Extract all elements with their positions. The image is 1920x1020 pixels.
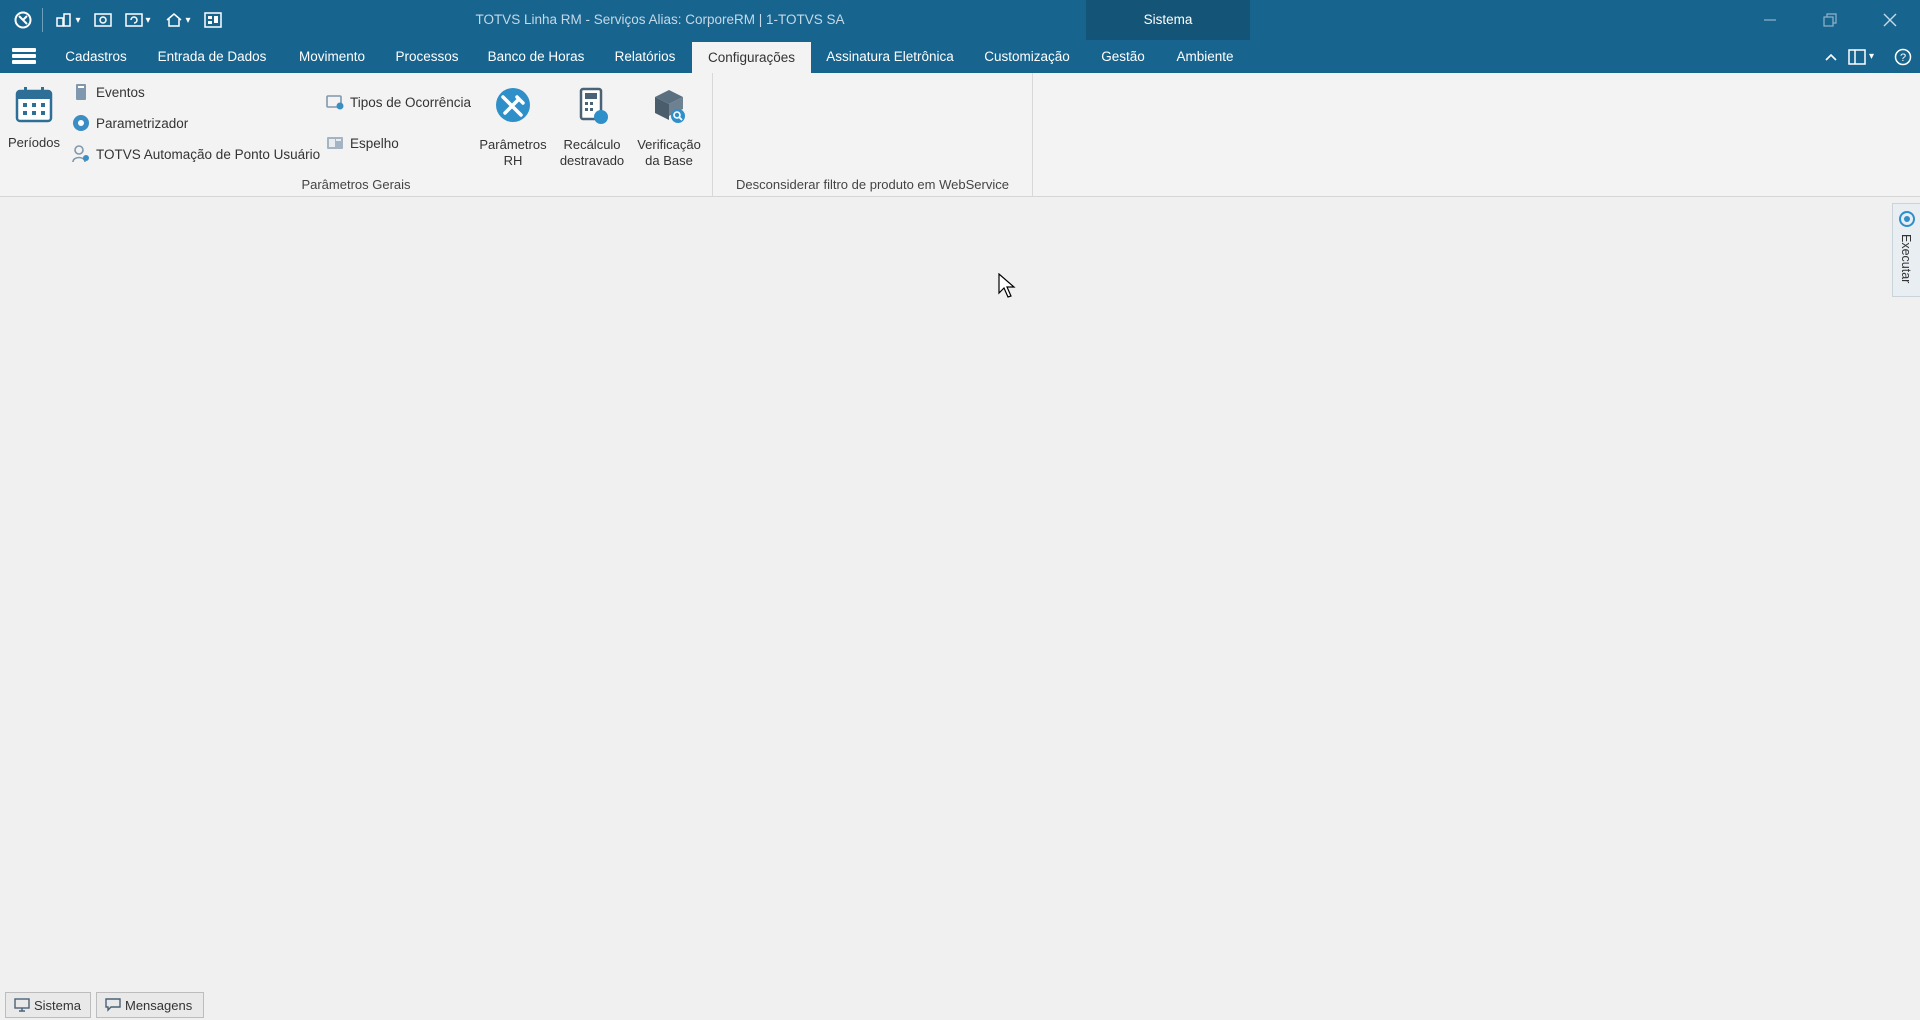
close-button[interactable] xyxy=(1860,0,1920,40)
svg-text:?: ? xyxy=(1900,52,1906,64)
parametrizador-label: Parametrizador xyxy=(96,115,189,131)
settings-gear-icon xyxy=(73,115,89,131)
window-title: TOTVS Linha RM - Serviços Alias: Corpore… xyxy=(475,12,845,27)
tab-processos[interactable]: Processos xyxy=(385,40,469,73)
quick-access-toolbar: ▾ ▾ ▾ xyxy=(0,0,227,40)
espelho-button[interactable]: Espelho xyxy=(326,132,399,154)
restore-button[interactable] xyxy=(1800,0,1860,40)
recalculo-label-1: Recálculo xyxy=(563,137,621,152)
tab-configuracoes[interactable]: Configurações xyxy=(692,42,811,73)
app-menu-icon[interactable] xyxy=(12,48,36,66)
calendar-icon xyxy=(15,87,53,123)
tools-icon xyxy=(496,88,530,122)
monitor-icon xyxy=(14,998,30,1012)
dashboard-icon[interactable] xyxy=(199,6,227,34)
tipos-ocorrencia-button[interactable]: Tipos de Ocorrência xyxy=(326,91,471,113)
automacao-ponto-button[interactable]: TOTVS Automação de Ponto Usuário xyxy=(72,143,320,165)
status-sistema-button[interactable]: Sistema xyxy=(5,992,91,1018)
periodos-button[interactable]: Períodos xyxy=(6,85,62,151)
database-check-icon xyxy=(655,90,685,123)
message-icon xyxy=(105,998,121,1012)
parametrizador-button[interactable]: Parametrizador xyxy=(72,112,188,134)
tab-ambiente[interactable]: Ambiente xyxy=(1164,40,1246,73)
ribbon-group-separator xyxy=(1032,73,1033,197)
refresh-dropdown-icon[interactable]: ▾ xyxy=(121,6,155,34)
tab-customizacao[interactable]: Customização xyxy=(976,40,1078,73)
mirror-report-icon xyxy=(327,137,343,149)
title-bar: ▾ ▾ ▾ TOTVS Linha RM - Serviços Alias: C… xyxy=(0,0,1920,40)
group-label-parametros-gerais: Parâmetros Gerais xyxy=(301,177,411,192)
parametros-rh-button[interactable]: Parâmetros RH xyxy=(472,87,554,169)
eventos-label: Eventos xyxy=(96,84,145,100)
tab-entrada-de-dados[interactable]: Entrada de Dados xyxy=(146,40,278,73)
ribbon-panel: Períodos Eventos Parametrizador TOTVS Au… xyxy=(0,73,1920,197)
tab-movimento[interactable]: Movimento xyxy=(286,40,378,73)
executar-side-tab[interactable]: Executar xyxy=(1892,203,1920,297)
users-dropdown-icon[interactable]: ▾ xyxy=(51,6,85,34)
tab-banco-de-horas[interactable]: Banco de Horas xyxy=(477,40,595,73)
occurrence-type-icon xyxy=(326,95,344,110)
tab-gestao[interactable]: Gestão xyxy=(1086,40,1160,73)
status-mensagens-button[interactable]: Mensagens xyxy=(96,992,204,1018)
parametros-rh-label-2: RH xyxy=(503,153,523,168)
tab-assinatura-eletronica[interactable]: Assinatura Eletrônica xyxy=(818,40,962,73)
eventos-button[interactable]: Eventos xyxy=(72,81,145,103)
mouse-cursor-icon xyxy=(998,273,1016,298)
context-group-label: Sistema xyxy=(1143,12,1193,27)
user-settings-icon xyxy=(72,145,89,163)
automacao-ponto-label: TOTVS Automação de Ponto Usuário xyxy=(96,146,321,162)
minimize-button[interactable] xyxy=(1740,0,1800,40)
verificacao-label-2: da Base xyxy=(645,153,693,168)
gear-icon xyxy=(1899,211,1915,227)
tab-cadastros[interactable]: Cadastros xyxy=(52,40,140,73)
parametros-rh-label-1: Parâmetros xyxy=(479,137,547,152)
group-label-webservice: Desconsiderar filtro de produto em WebSe… xyxy=(736,177,1009,192)
layout-dropdown-icon[interactable]: ▾ xyxy=(1848,40,1874,73)
home-dropdown-icon[interactable]: ▾ xyxy=(161,6,195,34)
help-icon[interactable]: ? xyxy=(1894,40,1912,73)
periodos-label: Períodos xyxy=(7,135,61,150)
status-mensagens-label: Mensagens xyxy=(125,997,193,1013)
preview-icon[interactable] xyxy=(89,6,117,34)
document-icon xyxy=(76,84,86,100)
verificacao-label-1: Verificação xyxy=(637,137,701,152)
ribbon-tab-strip: Cadastros Entrada de Dados Movimento Pro… xyxy=(0,40,1920,73)
verificacao-base-button[interactable]: Verificação da Base xyxy=(632,87,706,169)
calculator-icon xyxy=(579,87,608,124)
tab-relatorios[interactable]: Relatórios xyxy=(602,40,688,73)
tipos-ocorrencia-label: Tipos de Ocorrência xyxy=(350,94,472,110)
collapse-ribbon-icon[interactable] xyxy=(1824,40,1838,73)
status-sistema-label: Sistema xyxy=(34,997,81,1013)
recalculo-label-2: destravado xyxy=(559,153,625,168)
executar-label: Executar xyxy=(1899,234,1913,284)
recalculo-destravado-button[interactable]: Recálculo destravado xyxy=(554,87,630,169)
toolbar-separator xyxy=(42,8,43,32)
app-logo-icon[interactable] xyxy=(12,6,34,34)
espelho-label: Espelho xyxy=(350,135,399,151)
